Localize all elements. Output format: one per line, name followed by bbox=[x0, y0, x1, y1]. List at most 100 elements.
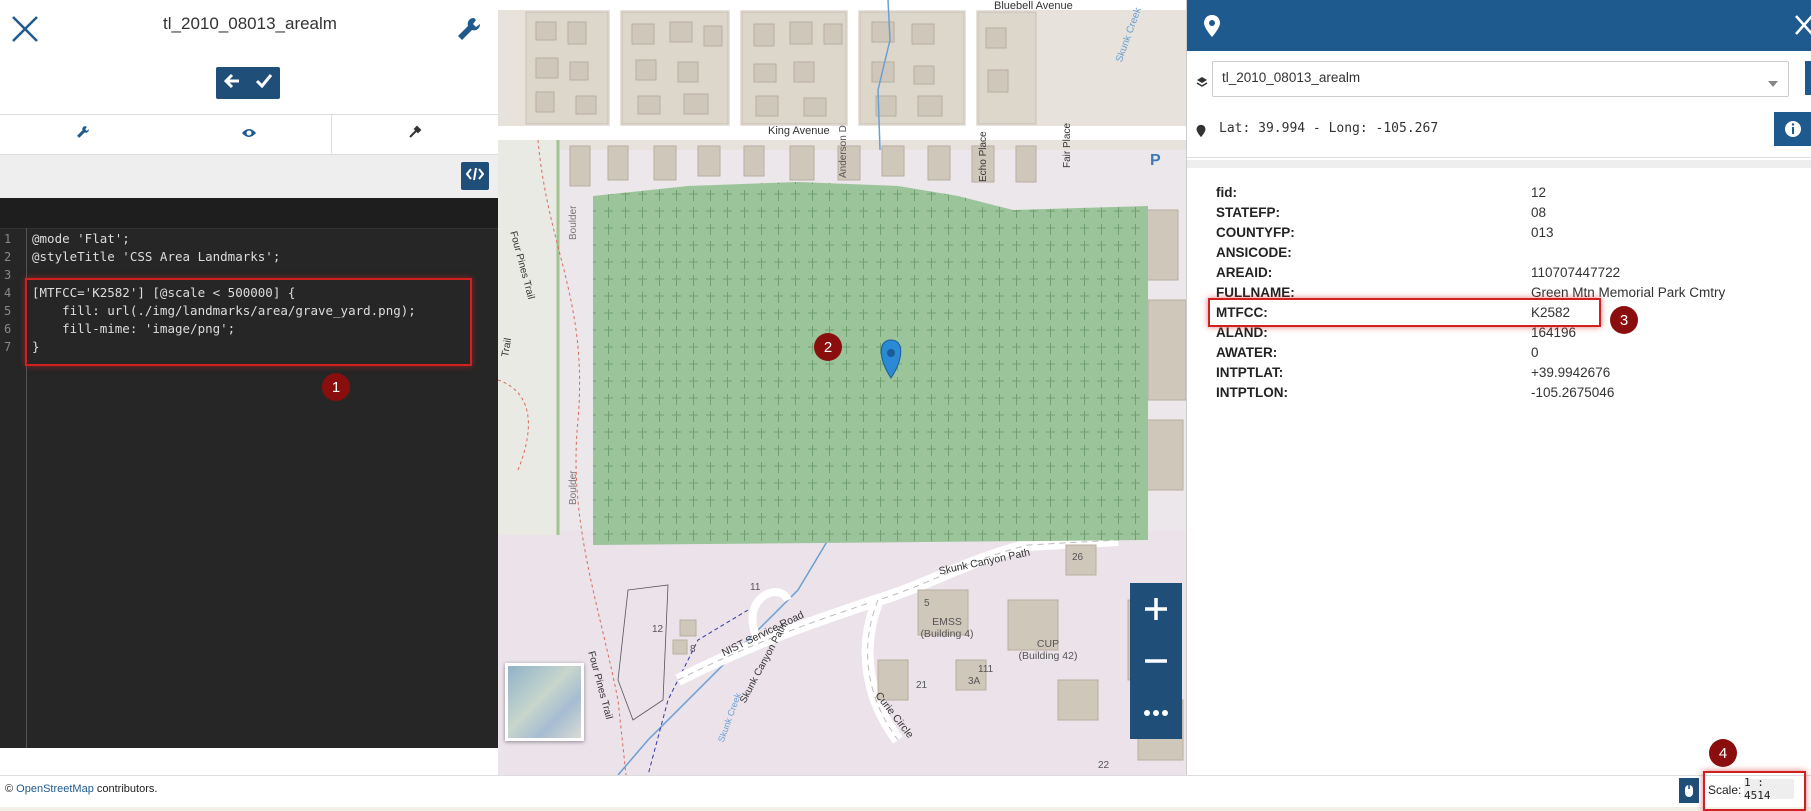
prop-key: ANSICODE: bbox=[1216, 245, 1292, 260]
dropper-icon bbox=[408, 125, 422, 144]
map-pin-icon bbox=[1196, 124, 1206, 143]
prop-value: 013 bbox=[1531, 225, 1554, 240]
line-number: 4 bbox=[4, 286, 12, 300]
prop-value: 12 bbox=[1531, 185, 1547, 200]
attribution-suffix: contributors. bbox=[96, 783, 158, 795]
attribution: © OpenStreetMap contributors. bbox=[5, 783, 157, 795]
mouse-icon bbox=[1685, 784, 1693, 797]
osm-link[interactable]: OpenStreetMap bbox=[16, 783, 94, 795]
prop-key: INTPTLAT: bbox=[1216, 365, 1284, 380]
map-label: 11 bbox=[750, 582, 761, 593]
check-icon[interactable] bbox=[255, 72, 273, 95]
code-line: @mode 'Flat'; bbox=[32, 231, 130, 246]
mouse-position-button[interactable] bbox=[1679, 778, 1699, 803]
divider bbox=[1187, 160, 1811, 168]
map-label: Boulder bbox=[568, 470, 579, 505]
back-arrow-icon[interactable] bbox=[223, 72, 241, 95]
layer-select[interactable]: tl_2010_08013_arealm bbox=[1212, 61, 1789, 97]
map-label: 8 bbox=[690, 644, 696, 655]
highlight-box bbox=[1208, 298, 1601, 327]
annotation-badge: 4 bbox=[1709, 739, 1737, 767]
highlight-box bbox=[25, 278, 472, 366]
map-label: Bluebell Avenue bbox=[994, 0, 1073, 12]
zoom-out-button[interactable] bbox=[1130, 635, 1182, 687]
wrench-icon bbox=[76, 125, 90, 144]
map-label: 5 bbox=[924, 598, 930, 609]
annotation-badge: 3 bbox=[1610, 306, 1638, 334]
line-number: 3 bbox=[4, 268, 12, 282]
line-number: 5 bbox=[4, 304, 12, 318]
prop-key: AREAID: bbox=[1216, 265, 1273, 280]
map-label: 22 bbox=[1098, 760, 1110, 771]
close-icon[interactable] bbox=[10, 14, 40, 44]
line-number: 6 bbox=[4, 322, 12, 336]
annotation-badge: 1 bbox=[322, 373, 350, 401]
annotation-badge: 2 bbox=[814, 333, 842, 361]
prop-key: STATEFP: bbox=[1216, 205, 1280, 220]
map-label: 12 bbox=[652, 624, 664, 635]
line-number: 2 bbox=[4, 250, 12, 264]
map-label: King Avenue bbox=[768, 125, 830, 137]
code-mode-button[interactable] bbox=[461, 162, 489, 190]
scale-value[interactable]: 1 : 4514 bbox=[1744, 776, 1794, 802]
map-label: 111 bbox=[978, 664, 994, 675]
select-side-button[interactable] bbox=[1805, 61, 1811, 95]
map-label: CUP (Building 42) bbox=[1018, 638, 1078, 662]
map-label: EMSS (Building 4) bbox=[920, 616, 974, 640]
editor-toolbar bbox=[0, 155, 498, 199]
prop-value: 08 bbox=[1531, 205, 1547, 220]
line-number: 1 bbox=[4, 232, 12, 246]
prop-value: +39.9942676 bbox=[1531, 365, 1611, 380]
prop-key: COUNTYFP: bbox=[1216, 225, 1295, 240]
editor-tabs bbox=[0, 114, 499, 155]
apply-style-group bbox=[216, 67, 280, 99]
coordinates-row: Lat: 39.994 - Long: -105.267 bbox=[1187, 107, 1811, 158]
tab-settings[interactable] bbox=[0, 114, 166, 154]
layer-title: tl_2010_08013_arealm bbox=[163, 14, 337, 33]
prop-value: 110707447722 bbox=[1531, 265, 1621, 280]
tab-style[interactable] bbox=[331, 114, 499, 154]
prop-value: 0 bbox=[1531, 345, 1539, 360]
close-icon[interactable] bbox=[1793, 12, 1811, 43]
line-number: 7 bbox=[4, 340, 12, 354]
wrench-icon[interactable] bbox=[456, 16, 482, 42]
eye-icon bbox=[241, 126, 257, 144]
map-view[interactable]: Bluebell Avenue King Avenue Four Pines T… bbox=[498, 0, 1186, 775]
coordinates-text: Lat: 39.994 - Long: -105.267 bbox=[1219, 121, 1439, 136]
layer-select-value: tl_2010_08013_arealm bbox=[1222, 70, 1361, 85]
minus-icon bbox=[1145, 659, 1167, 663]
map-label: 21 bbox=[916, 680, 928, 691]
tab-preview[interactable] bbox=[165, 114, 332, 154]
zoom-in-button[interactable] bbox=[1130, 583, 1182, 635]
zoom-control bbox=[1130, 583, 1182, 739]
map-label: Fair Place bbox=[1062, 122, 1073, 168]
map-label: Anderson D bbox=[838, 125, 849, 178]
map-label: 26 bbox=[1072, 552, 1084, 563]
map-footer: © OpenStreetMap contributors. Scale: 1 :… bbox=[0, 771, 1811, 811]
map-label: Echo Place bbox=[978, 131, 989, 182]
code-editor[interactable]: 1 2 3 4 5 6 7 @mode 'Flat'; @styleTitle … bbox=[0, 198, 498, 748]
prop-value: 164196 bbox=[1531, 325, 1577, 340]
editor-header bbox=[0, 198, 498, 229]
map-label: Boulder bbox=[568, 205, 579, 240]
prop-key: INTPTLON: bbox=[1216, 385, 1288, 400]
layers-icon bbox=[1196, 75, 1208, 93]
style-editor-panel: tl_2010_08013_arealm 1 2 3 4 5 6 7 @mode… bbox=[0, 0, 499, 775]
info-icon bbox=[1785, 121, 1801, 137]
map-canvas bbox=[498, 0, 1186, 775]
minimap-thumbnail[interactable] bbox=[505, 663, 584, 741]
prop-key: ALAND: bbox=[1216, 325, 1268, 340]
plus-icon bbox=[1145, 598, 1167, 620]
code-icon bbox=[465, 167, 485, 186]
parking-label: P bbox=[1150, 152, 1161, 169]
code-line: @styleTitle 'CSS Area Landmarks'; bbox=[32, 249, 281, 264]
prop-key: fid: bbox=[1216, 185, 1237, 200]
copyright-symbol: © bbox=[5, 783, 14, 795]
map-pin-icon bbox=[1203, 14, 1221, 43]
identify-panel: tl_2010_08013_arealm Lat: 39.994 - Long:… bbox=[1186, 0, 1811, 775]
more-options-button[interactable] bbox=[1130, 687, 1182, 739]
identify-header bbox=[1187, 0, 1811, 51]
chevron-down-icon bbox=[1768, 74, 1778, 92]
info-button[interactable] bbox=[1774, 112, 1811, 146]
prop-key: AWATER: bbox=[1216, 345, 1278, 360]
